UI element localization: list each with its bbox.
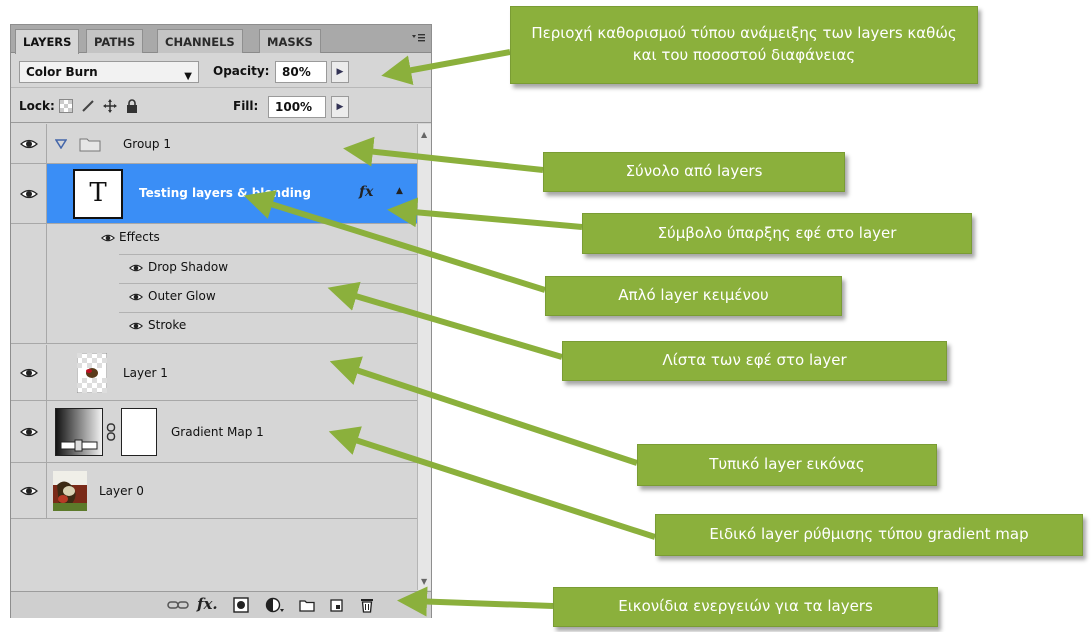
blend-options-row: Color Burn ▼ Opacity: 80% ▶ [11, 54, 431, 88]
callout-image-layer: Τυπικό layer εικόνας [637, 444, 937, 486]
effects-block: Effects Drop Shadow Outer Glow Stroke [11, 224, 417, 344]
link-icon[interactable] [167, 597, 189, 613]
callout-effects-list: Λίστα των εφέ στο layer [562, 341, 947, 381]
callout-layer-group: Σύνολο από layers [543, 152, 845, 192]
layer-row-gradient-map[interactable]: Gradient Map 1 [11, 401, 417, 463]
disclosure-triangle-icon[interactable] [55, 139, 67, 149]
layers-action-bar: fx. [11, 591, 431, 618]
layer-row-layer0[interactable]: Layer 0 [11, 463, 417, 519]
eye-visibility-icon[interactable] [129, 292, 143, 302]
eye-visibility-icon[interactable] [129, 321, 143, 331]
lock-position-move-icon[interactable] [103, 99, 117, 113]
opacity-slider-button[interactable]: ▶ [331, 61, 349, 83]
panel-menu-icon[interactable] [411, 31, 425, 45]
layer-thumbnail-image [53, 471, 87, 511]
eye-visibility-icon[interactable] [20, 188, 38, 200]
text-layer-name: Testing layers & blending [139, 186, 311, 200]
trash-icon[interactable] [359, 597, 375, 613]
fx-badge-icon[interactable]: fx [359, 184, 373, 200]
layer-row-text[interactable]: T Testing layers & blending fx ▲ [11, 164, 417, 224]
lock-options-row: Lock: Fill: 100% ▶ [11, 89, 431, 123]
effect-stroke[interactable]: Stroke [148, 318, 186, 332]
eye-cell [11, 224, 47, 343]
text-layer-thumbnail: T [73, 169, 123, 219]
fill-slider-button[interactable]: ▶ [331, 96, 349, 118]
divider [119, 283, 417, 284]
scroll-up-arrow-icon[interactable]: ▲ [421, 130, 427, 139]
tab-masks[interactable]: MASKS [259, 29, 321, 53]
eye-visibility-icon[interactable] [129, 263, 143, 273]
folder-icon [79, 138, 101, 152]
blend-mode-value: Color Burn [26, 65, 98, 79]
eye-cell [11, 164, 47, 223]
eye-cell [11, 124, 47, 163]
layer-mask-thumbnail [121, 408, 157, 456]
layers-scrollbar[interactable]: ▲ ▼ [417, 124, 431, 590]
layer-thumbnail-transparent [77, 353, 107, 393]
tab-channels[interactable]: CHANNELS [157, 29, 243, 53]
blend-mode-select[interactable]: Color Burn ▼ [19, 61, 199, 83]
eye-visibility-icon[interactable] [20, 367, 38, 379]
adjustment-icon[interactable] [265, 597, 285, 613]
tab-paths[interactable]: PATHS [86, 29, 144, 53]
effect-outer-glow[interactable]: Outer Glow [148, 289, 216, 303]
effect-drop-shadow[interactable]: Drop Shadow [148, 260, 228, 274]
fill-label: Fill: [233, 99, 259, 113]
chevron-down-icon: ▼ [184, 71, 192, 82]
panel-tab-bar: LAYERS PATHS CHANNELS MASKS [11, 25, 431, 54]
eye-visibility-icon[interactable] [20, 138, 38, 150]
chain-link-icon[interactable] [106, 423, 116, 441]
tab-layers[interactable]: LAYERS [15, 29, 80, 54]
layer-row-layer1[interactable]: Layer 1 [11, 345, 417, 401]
layers-panel: LAYERS PATHS CHANNELS MASKS Color Burn ▼… [10, 24, 432, 618]
collapse-effects-icon[interactable]: ▲ [396, 186, 403, 196]
fill-input[interactable]: 100% [268, 96, 326, 118]
mask-icon[interactable] [233, 597, 249, 613]
eye-cell [11, 463, 47, 518]
callout-fx-symbol: Σύμβολο ύπαρξης εφέ στο layer [582, 213, 972, 254]
layers-list: Group 1 T Testing layers & blending fx ▲… [11, 124, 417, 590]
layer-row-group[interactable]: Group 1 [11, 124, 417, 164]
divider [119, 312, 417, 313]
scroll-down-arrow-icon[interactable]: ▼ [421, 577, 427, 586]
callout-action-icons: Εικονίδια ενεργειών για τα layers [553, 587, 938, 627]
new-layer-icon[interactable] [329, 597, 345, 613]
folder-icon[interactable] [299, 597, 315, 613]
fx-icon[interactable]: fx. [197, 595, 218, 613]
eye-visibility-icon[interactable] [20, 426, 38, 438]
eye-cell [11, 345, 47, 400]
layer1-name: Layer 1 [123, 366, 168, 380]
lock-transparency-icon[interactable] [59, 99, 73, 113]
callout-blend-area: Περιοχή καθορισμού τύπου ανάμειξης των l… [510, 6, 978, 84]
eye-visibility-icon[interactable] [101, 233, 115, 243]
lock-all-padlock-icon[interactable] [125, 99, 139, 113]
layer0-name: Layer 0 [99, 484, 144, 498]
divider [119, 254, 417, 255]
group-name: Group 1 [123, 137, 171, 151]
callout-gradient-map-layer: Ειδικό layer ρύθμισης τύπου gradient map [655, 514, 1083, 556]
opacity-label: Opacity: [213, 64, 270, 78]
opacity-input[interactable]: 80% [275, 61, 327, 83]
arrow-actions [397, 586, 554, 617]
eye-visibility-icon[interactable] [20, 485, 38, 497]
eye-cell [11, 401, 47, 462]
effects-label: Effects [119, 230, 160, 244]
lock-label: Lock: [19, 99, 55, 113]
lock-pixels-brush-icon[interactable] [81, 99, 95, 113]
callout-text-layer: Απλό layer κειμένου [545, 276, 842, 316]
gradient-map-adjustment-icon [55, 408, 103, 456]
gradient-map-name: Gradient Map 1 [171, 425, 264, 439]
